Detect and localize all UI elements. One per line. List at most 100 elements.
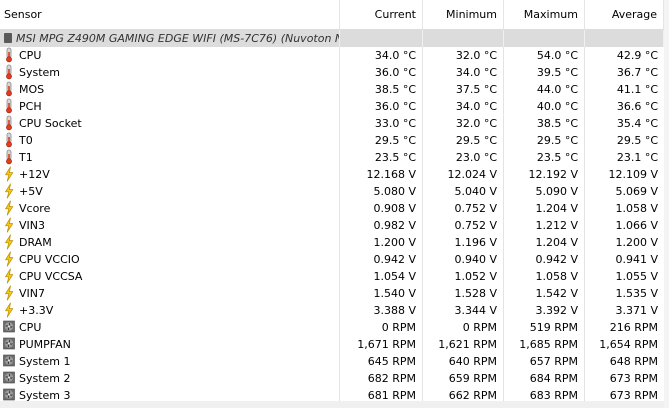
sensor-name-cell: VIN3 xyxy=(0,217,340,234)
sensor-row[interactable]: CPU 0 RPM 0 RPM 519 RPM 216 RPM xyxy=(0,319,664,336)
sensor-row[interactable]: VIN7 1.540 V 1.528 V 1.542 V 1.535 V xyxy=(0,285,664,302)
vertical-scrollbar[interactable] xyxy=(664,0,669,408)
minimum-value: 5.040 V xyxy=(423,183,504,200)
maximum-value: 54.0 °C xyxy=(504,47,585,64)
average-value: 1.066 V xyxy=(615,219,658,232)
sensor-row[interactable]: T1 23.5 °C 23.0 °C 23.5 °C 23.1 °C xyxy=(0,149,664,166)
sensor-name-cell: MOS xyxy=(0,81,340,98)
voltage-icon xyxy=(2,234,16,250)
column-header-average[interactable]: Average xyxy=(585,0,664,29)
minimum-value: 32.0 °C xyxy=(423,115,504,132)
maximum-value: 1.058 V xyxy=(504,268,585,285)
minimum-value: 12.024 V xyxy=(423,166,504,183)
sensor-row[interactable]: +12V 12.168 V 12.024 V 12.192 V 12.109 V xyxy=(0,166,664,183)
current-value: 38.5 °C xyxy=(340,81,423,98)
sensor-row[interactable]: PUMPFAN 1,671 RPM 1,621 RPM 1,685 RPM 1,654 … xyxy=(0,336,664,353)
column-header-current[interactable]: Current xyxy=(340,0,423,29)
maximum-value: 3.392 V xyxy=(504,302,585,319)
thermometer-icon xyxy=(2,98,16,114)
sensor-row[interactable]: CPU Socket 33.0 °C 32.0 °C 38.5 °C 35.4 °C xyxy=(0,115,664,132)
thermometer-icon xyxy=(2,132,16,148)
maximum-value: 29.5 °C xyxy=(504,132,585,149)
minimum-value: 0.940 V xyxy=(423,251,504,268)
column-header-row: Sensor Current Minimum Maximum Average xyxy=(0,0,664,30)
maximum-value: 1.542 V xyxy=(504,285,585,302)
sensor-row[interactable]: System 2 682 RPM 659 RPM 684 RPM 673 RPM xyxy=(0,370,664,387)
minimum-value: 32.0 °C xyxy=(423,47,504,64)
current-value: 12.168 V xyxy=(340,166,423,183)
current-value: 33.0 °C xyxy=(340,115,423,132)
average-value: 216 RPM xyxy=(609,321,658,334)
voltage-icon xyxy=(2,217,16,233)
sensor-row[interactable]: CPU VCCSA 1.054 V 1.052 V 1.058 V 1.055 V xyxy=(0,268,664,285)
voltage-icon xyxy=(2,183,16,199)
voltage-icon xyxy=(2,285,16,301)
column-header-minimum[interactable]: Minimum xyxy=(423,0,504,29)
current-value: 36.0 °C xyxy=(340,64,423,81)
maximum-value: 44.0 °C xyxy=(504,81,585,98)
average-value: 23.1 °C xyxy=(616,151,658,164)
sensor-name-cell: Vcore xyxy=(0,200,340,217)
sensor-group-header[interactable]: MSI MPG Z490M GAMING EDGE WIFI (MS-7C76)… xyxy=(0,30,664,47)
fan-icon xyxy=(2,319,16,335)
sensor-row[interactable]: MOS 38.5 °C 37.5 °C 44.0 °C 41.1 °C xyxy=(0,81,664,98)
column-header-maximum[interactable]: Maximum xyxy=(504,0,585,29)
minimum-value: 1,621 RPM xyxy=(423,336,504,353)
average-value: 1.200 V xyxy=(615,236,658,249)
group-empty-cell xyxy=(585,30,664,47)
current-value: 1.054 V xyxy=(340,268,423,285)
average-value: 1.055 V xyxy=(615,270,658,283)
sensor-row[interactable]: CPU 34.0 °C 32.0 °C 54.0 °C 42.9 °C xyxy=(0,47,664,64)
sensor-row[interactable]: +5V 5.080 V 5.040 V 5.090 V 5.069 V xyxy=(0,183,664,200)
sensor-label: CPU xyxy=(19,321,42,334)
maximum-value: 40.0 °C xyxy=(504,98,585,115)
thermometer-icon xyxy=(2,64,16,80)
sensor-name-cell: CPU Socket xyxy=(0,115,340,132)
current-value: 1,671 RPM xyxy=(340,336,423,353)
maximum-value: 23.5 °C xyxy=(504,149,585,166)
sensor-row[interactable]: System 36.0 °C 34.0 °C 39.5 °C 36.7 °C xyxy=(0,64,664,81)
maximum-value: 38.5 °C xyxy=(504,115,585,132)
sensor-row[interactable]: System 1 645 RPM 640 RPM 657 RPM 648 RPM xyxy=(0,353,664,370)
sensor-row[interactable]: T0 29.5 °C 29.5 °C 29.5 °C 29.5 °C xyxy=(0,132,664,149)
minimum-value: 3.344 V xyxy=(423,302,504,319)
sensor-row[interactable]: CPU VCCIO 0.942 V 0.940 V 0.942 V 0.941 V xyxy=(0,251,664,268)
average-value: 36.7 °C xyxy=(616,66,658,79)
sensor-label: Vcore xyxy=(19,202,51,215)
sensor-label: PUMPFAN xyxy=(19,338,71,351)
sensor-name-cell: System xyxy=(0,64,340,81)
current-value: 0 RPM xyxy=(340,319,423,336)
sensor-name-cell: +12V xyxy=(0,166,340,183)
minimum-value: 1.196 V xyxy=(423,234,504,251)
thermometer-icon xyxy=(2,149,16,165)
thermometer-icon xyxy=(2,81,16,97)
sensor-label: VIN7 xyxy=(19,287,45,300)
voltage-icon xyxy=(2,302,16,318)
sensor-table: Sensor Current Minimum Maximum Average M… xyxy=(0,0,664,404)
average-value: 0.941 V xyxy=(615,253,658,266)
current-value: 34.0 °C xyxy=(340,47,423,64)
sensor-row[interactable]: DRAM 1.200 V 1.196 V 1.204 V 1.200 V xyxy=(0,234,664,251)
column-header-sensor[interactable]: Sensor xyxy=(0,0,340,29)
sensor-name-cell: T1 xyxy=(0,149,340,166)
minimum-value: 1.528 V xyxy=(423,285,504,302)
average-value: 1.058 V xyxy=(615,202,658,215)
sensor-row[interactable]: PCH 36.0 °C 34.0 °C 40.0 °C 36.6 °C xyxy=(0,98,664,115)
sensor-label: PCH xyxy=(19,100,42,113)
average-value: 12.109 V xyxy=(608,168,658,181)
current-value: 1.200 V xyxy=(340,234,423,251)
horizontal-scrollbar[interactable] xyxy=(0,401,664,408)
group-empty-cell xyxy=(423,30,504,47)
maximum-value: 0.942 V xyxy=(504,251,585,268)
sensor-row[interactable]: Vcore 0.908 V 0.752 V 1.204 V 1.058 V xyxy=(0,200,664,217)
sensor-row[interactable]: VIN3 0.982 V 0.752 V 1.212 V 1.066 V xyxy=(0,217,664,234)
sensor-label: VIN3 xyxy=(19,219,45,232)
sensor-label: CPU Socket xyxy=(19,117,82,130)
voltage-icon xyxy=(2,200,16,216)
maximum-value: 657 RPM xyxy=(504,353,585,370)
minimum-value: 29.5 °C xyxy=(423,132,504,149)
sensor-row[interactable]: +3.3V 3.388 V 3.344 V 3.392 V 3.371 V xyxy=(0,302,664,319)
sensor-name-cell: PUMPFAN xyxy=(0,336,340,353)
maximum-value: 1.204 V xyxy=(504,234,585,251)
minimum-value: 23.0 °C xyxy=(423,149,504,166)
